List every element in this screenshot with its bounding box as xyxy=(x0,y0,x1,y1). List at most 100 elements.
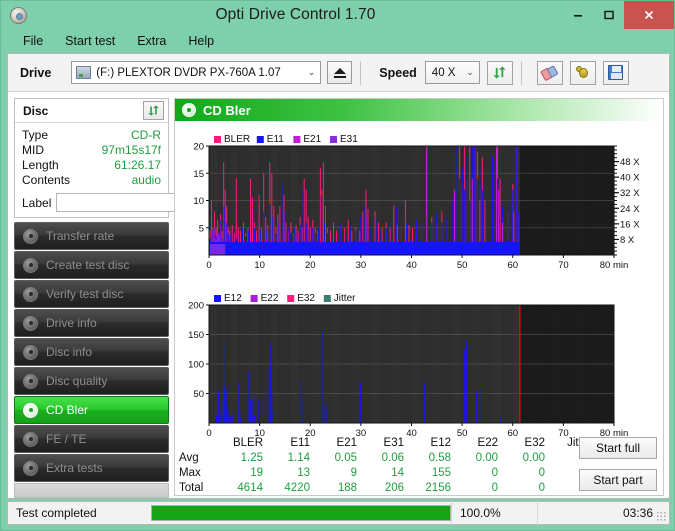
sidebar-item-label: Drive info xyxy=(46,316,97,330)
disc-label-key: Label xyxy=(22,195,52,210)
disc-row-key: Length xyxy=(22,158,59,172)
svg-text:20: 20 xyxy=(193,142,204,153)
refresh-icon xyxy=(148,105,159,116)
disc-row-key: Type xyxy=(22,128,49,142)
col-header: E21 xyxy=(336,436,357,449)
disc-row-contents: Contents audio xyxy=(22,173,161,188)
svg-text:60: 60 xyxy=(507,260,518,271)
cell: 2156 xyxy=(425,481,451,494)
cell: 0.58 xyxy=(428,451,451,464)
page-title: CD Bler xyxy=(203,102,251,118)
chevron-down-icon: ⌄ xyxy=(307,67,316,77)
start-full-button[interactable]: Start full xyxy=(579,437,657,459)
toolbar: Drive (F:) PLEXTOR DVDR PX-760A 1.07 ⌄ S… xyxy=(8,54,669,92)
eject-button[interactable] xyxy=(327,61,353,84)
disc-label-row: Label xyxy=(22,192,257,213)
disc-panel-title: Disc xyxy=(23,103,49,118)
toolbar-divider-1 xyxy=(360,60,362,85)
save-button[interactable] xyxy=(602,60,629,85)
col-header: E31 xyxy=(383,436,404,449)
menu-start-test[interactable]: Start test xyxy=(54,31,126,51)
cell: 4220 xyxy=(284,481,310,494)
svg-text:150: 150 xyxy=(188,330,204,341)
sidebar-item-verify-test-disc[interactable]: Verify test disc xyxy=(14,280,169,308)
svg-text:24 X: 24 X xyxy=(620,204,640,215)
sidebar-item-extra-tests[interactable]: Extra tests xyxy=(14,454,169,482)
app-window: Opti Drive Control 1.70 File Start test … xyxy=(0,0,675,531)
maximize-button[interactable] xyxy=(593,1,624,29)
disc-panel: Disc Type CD-R MID 97m15s17f Length 61:2… xyxy=(14,98,257,218)
sidebar-item-transfer-rate[interactable]: Transfer rate xyxy=(14,222,169,250)
sidebar-item-disc-quality[interactable]: Disc quality xyxy=(14,367,169,395)
col-header: E11 xyxy=(290,436,310,449)
disc-icon xyxy=(23,373,38,389)
elapsed-time: 03:36 xyxy=(537,501,669,525)
row-label: Avg xyxy=(179,451,199,464)
resize-grip[interactable] xyxy=(656,511,666,521)
svg-text:BLER: BLER xyxy=(224,134,250,145)
start-part-button[interactable]: Start part xyxy=(579,469,657,491)
sidebar-item-label: Disc info xyxy=(46,345,93,359)
sidebar-item-create-test-disc[interactable]: Create test disc xyxy=(14,251,169,279)
refresh-icon xyxy=(493,66,506,79)
sidebar-item-disc-info[interactable]: Disc info xyxy=(14,338,169,366)
e12-chart: 501001502000 10 20 30 40 50 60 70 80 minE12 E22 E3… xyxy=(188,293,628,439)
disc-row-value: CD-R xyxy=(131,128,161,142)
col-header: BLER xyxy=(232,436,263,449)
svg-text:0: 0 xyxy=(206,260,211,271)
cell: 0.00 xyxy=(522,451,545,464)
disc-row-value: audio xyxy=(131,173,161,187)
svg-text:200: 200 xyxy=(188,301,204,312)
client-area: Drive (F:) PLEXTOR DVDR PX-760A 1.07 ⌄ S… xyxy=(7,53,670,524)
sidebar: Disc Type CD-R MID 97m15s17f Length 61:2… xyxy=(14,98,257,524)
nav-list: Transfer rate Create test disc Verify te… xyxy=(14,222,169,524)
disc-row-value: 97m15s17f xyxy=(101,143,161,157)
disc-row-type: Type CD-R xyxy=(22,128,161,143)
drive-select[interactable]: (F:) PLEXTOR DVDR PX-760A 1.07 ⌄ xyxy=(71,61,322,84)
disc-refresh-button[interactable] xyxy=(143,101,164,120)
sidebar-filler xyxy=(14,483,169,498)
disc-icon xyxy=(23,431,38,447)
disc-icon xyxy=(23,286,38,302)
window-controls xyxy=(562,1,674,29)
progress-fill xyxy=(152,506,450,520)
refresh-button[interactable] xyxy=(486,60,513,85)
menu-help[interactable]: Help xyxy=(177,31,225,51)
disc-icon xyxy=(23,402,38,418)
svg-text:100: 100 xyxy=(188,360,204,371)
menu-bar: File Start test Extra Help xyxy=(2,29,673,53)
cell: 1.25 xyxy=(240,451,263,464)
sidebar-item-cd-bler[interactable]: CD Bler xyxy=(14,396,169,424)
clear-button[interactable] xyxy=(536,60,563,85)
save-icon xyxy=(608,65,624,80)
settings-button[interactable] xyxy=(569,60,596,85)
menu-file[interactable]: File xyxy=(12,31,54,51)
sidebar-item-drive-info[interactable]: Drive info xyxy=(14,309,169,337)
sidebar-item-label: Verify test disc xyxy=(46,287,124,301)
sidebar-item-label: Create test disc xyxy=(46,258,130,272)
col-header: E22 xyxy=(477,436,498,449)
eject-icon xyxy=(333,67,346,74)
menu-extra[interactable]: Extra xyxy=(126,31,177,51)
eraser-icon xyxy=(539,63,560,81)
cell: 0 xyxy=(491,481,498,494)
cell: 4614 xyxy=(237,481,263,494)
col-header: E32 xyxy=(524,436,545,449)
disc-icon xyxy=(23,315,38,331)
close-button[interactable] xyxy=(624,1,674,29)
speed-select[interactable]: 40 X ⌄ xyxy=(424,61,480,84)
svg-text:E32: E32 xyxy=(297,293,315,304)
svg-text:80 min: 80 min xyxy=(600,260,629,271)
minimize-button[interactable] xyxy=(562,1,593,29)
svg-text:16 X: 16 X xyxy=(620,219,640,230)
disc-row-key: Contents xyxy=(22,173,71,187)
svg-text:10: 10 xyxy=(254,260,265,271)
title-bar: Opti Drive Control 1.70 xyxy=(1,1,674,29)
table-row: Total 4614 4220 188 206 2156 0 0 xyxy=(175,480,596,495)
bler-chart: 5 10 15 20 0 10 20 30 40 50 60 70 80 min 8 X 16 X 24 X 3… xyxy=(193,134,640,271)
cell: 155 xyxy=(431,466,451,479)
sidebar-item-fe-te[interactable]: FE / TE xyxy=(14,425,169,453)
svg-text:5: 5 xyxy=(199,223,204,234)
svg-text:32 X: 32 X xyxy=(620,188,640,199)
svg-text:E22: E22 xyxy=(261,293,279,304)
